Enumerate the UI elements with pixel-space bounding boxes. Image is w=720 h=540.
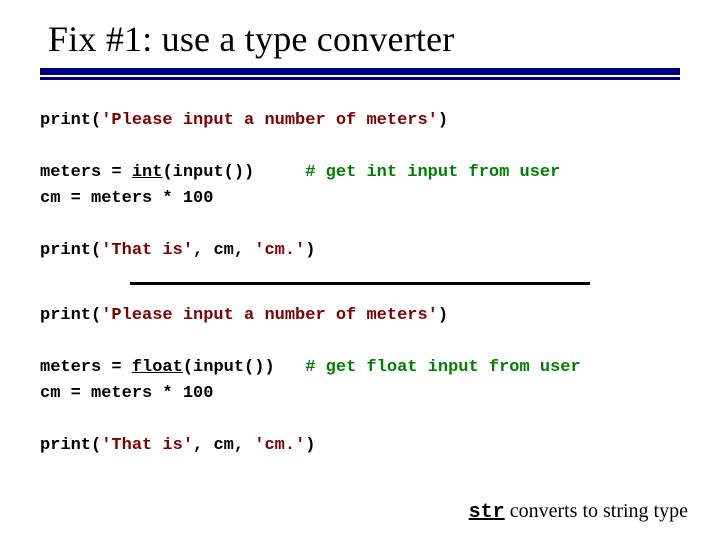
code-text: cm = meters * 100	[40, 189, 213, 208]
code-block-2: print('Please input a number of meters')…	[40, 303, 680, 459]
code-text: (input())	[162, 163, 305, 182]
slide-content: print('Please input a number of meters')…	[40, 108, 680, 459]
string-literal: 'cm.'	[254, 436, 305, 455]
rule-thin	[40, 77, 680, 80]
footer-note: str converts to string type	[469, 500, 688, 524]
footer-text: converts to string type	[505, 500, 688, 522]
slide: Fix #1: use a type converter print('Plea…	[0, 0, 720, 540]
code-text: print(	[40, 436, 101, 455]
code-text: print(	[40, 306, 101, 325]
code-text: )	[438, 111, 448, 130]
code-text: , cm,	[193, 241, 254, 260]
code-text: print(	[40, 111, 101, 130]
string-literal: 'That is'	[101, 241, 193, 260]
fn-int: int	[132, 163, 163, 182]
string-literal: 'Please input a number of meters'	[101, 111, 438, 130]
fn-str: str	[469, 501, 505, 524]
title-underline	[40, 68, 680, 80]
code-text: meters =	[40, 163, 132, 182]
section-divider	[130, 282, 590, 285]
comment: # get int input from user	[305, 163, 560, 182]
string-literal: 'cm.'	[254, 241, 305, 260]
string-literal: 'That is'	[101, 436, 193, 455]
string-literal: 'Please input a number of meters'	[101, 306, 438, 325]
code-block-1: print('Please input a number of meters')…	[40, 108, 680, 264]
rule-thick	[40, 68, 680, 75]
code-text: )	[305, 436, 315, 455]
code-text: , cm,	[193, 436, 254, 455]
code-text: (input())	[183, 358, 305, 377]
code-text: cm = meters * 100	[40, 384, 213, 403]
code-text: meters =	[40, 358, 132, 377]
slide-title: Fix #1: use a type converter	[48, 18, 455, 60]
code-text: )	[305, 241, 315, 260]
comment: # get float input from user	[305, 358, 580, 377]
fn-float: float	[132, 358, 183, 377]
code-text: print(	[40, 241, 101, 260]
code-text: )	[438, 306, 448, 325]
